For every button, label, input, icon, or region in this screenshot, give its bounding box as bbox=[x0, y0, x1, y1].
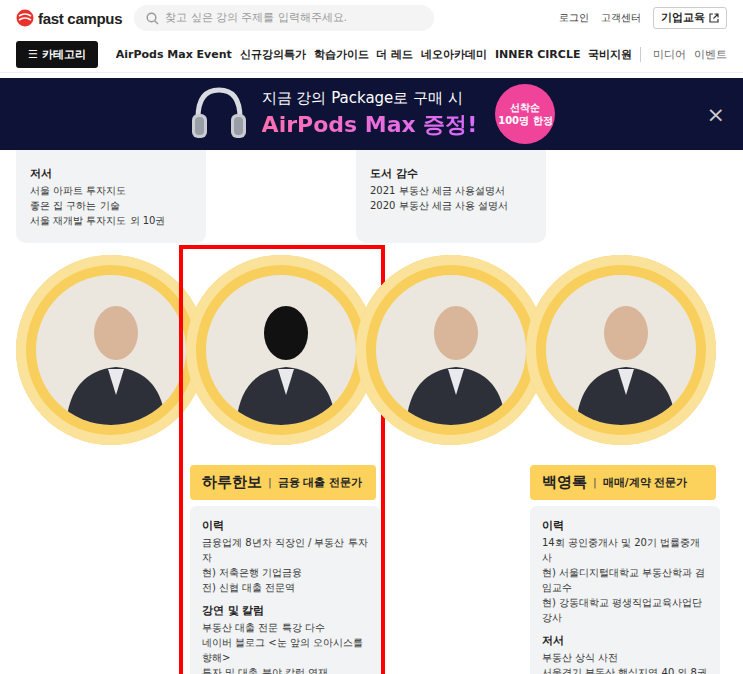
section-title: 저서 bbox=[30, 166, 192, 181]
section-line: 현) 서울디지털대학교 부동산학과 겸임교수 bbox=[542, 565, 708, 595]
instructor-name: 하루한보 bbox=[202, 473, 262, 492]
nav-item[interactable]: 신규강의특가 bbox=[240, 47, 306, 62]
info-section: 저서서울 아파트 투자지도좋은 집 구하는 기술서울 재개발 투자지도 외 10… bbox=[30, 166, 192, 228]
instructor-tag: 하루한보 | 금융 대출 전문가 bbox=[190, 465, 376, 500]
badge-line: 100명 한정 bbox=[498, 114, 552, 127]
nav-item[interactable]: INNER CIRCLE bbox=[495, 48, 581, 61]
section-line: 네이버 블로그 <눈 앞의 오아시스를 향해> bbox=[202, 635, 368, 665]
highlight-box bbox=[179, 245, 385, 674]
header: fast campus 찾고 싶은 강의 주제를 입력해주세요. 로그인 고객센터 기업… bbox=[0, 0, 743, 36]
page: fast campus 찾고 싶은 강의 주제를 입력해주세요. 로그인 고객센터 기업… bbox=[0, 0, 743, 674]
enterprise-button[interactable]: 기업교육 bbox=[653, 7, 727, 29]
top-area bbox=[186, 150, 376, 245]
section-line: 좋은 집 구하는 기술 bbox=[30, 198, 192, 213]
section-line: 서울 재개발 투자지도 외 10권 bbox=[30, 213, 192, 228]
section-line: 금융업계 8년차 직장인 / 부동산 투자자 bbox=[202, 535, 368, 565]
top-area bbox=[526, 150, 716, 245]
instructor-name: 백영록 bbox=[542, 473, 587, 492]
info-tooltip: 저서서울 아파트 투자지도좋은 집 구하는 기술서울 재개발 투자지도 외 10… bbox=[16, 150, 206, 243]
instructor-specialty: 매매/계약 전문가 bbox=[603, 476, 688, 490]
section-line: 부동산 상식 사전 bbox=[542, 650, 708, 665]
section-title: 이력 bbox=[542, 518, 708, 533]
tag-divider: | bbox=[593, 476, 597, 489]
section-title: 저서 bbox=[542, 633, 708, 648]
section-title: 강연 및 칼럼 bbox=[202, 603, 368, 618]
nav-item[interactable]: AirPods Max Event bbox=[116, 48, 232, 61]
person-icon bbox=[36, 275, 186, 425]
nav-item[interactable]: 미디어 bbox=[640, 47, 686, 62]
instructor-specialty: 금융 대출 전문가 bbox=[278, 476, 362, 490]
logo-icon bbox=[16, 9, 34, 27]
section-title: 도서 감수 bbox=[370, 166, 532, 181]
instructor-photo[interactable] bbox=[186, 255, 376, 445]
search-field[interactable]: 찾고 싶은 강의 주제를 입력해주세요. bbox=[134, 5, 434, 31]
nav-item[interactable]: 이벤트 bbox=[694, 47, 727, 62]
nav-item[interactable]: 네오아카데미 bbox=[421, 47, 487, 62]
headphones-icon bbox=[188, 84, 250, 144]
photo bbox=[36, 275, 186, 425]
top-area: 도서 감수 2021 부동산 세금 사용설명서2020 부동산 세금 사용 설명서 bbox=[356, 150, 546, 245]
nav-item[interactable]: 국비지원 bbox=[588, 47, 632, 62]
info-section: 이력 14회 공인중개사 및 20기 법률중개사현) 서울디지털대학교 부동산학과… bbox=[542, 518, 708, 625]
nav-bar: ☰ 카테고리 AirPods Max Event 신규강의특가 학습가이드 더 레드 네오… bbox=[0, 36, 743, 73]
nav-item[interactable]: 더 레드 bbox=[376, 47, 413, 62]
section-line: 현) 저축은행 기업금융 bbox=[202, 565, 368, 580]
banner-line: 지금 강의 Package로 구매 시 bbox=[262, 89, 478, 108]
section-line: 서울경기 부동산 핵심지역 40 외 8권 bbox=[542, 665, 708, 674]
info-section: 도서 감수 2021 부동산 세금 사용설명서2020 부동산 세금 사용 설명서 bbox=[370, 166, 532, 213]
photo bbox=[546, 275, 696, 425]
nav-item[interactable]: 학습가이드 bbox=[314, 47, 369, 62]
banner-headline: AirPods Max 증정! bbox=[262, 110, 478, 140]
info-tooltip: 도서 감수 2021 부동산 세금 사용설명서2020 부동산 세금 사용 설명서 bbox=[356, 150, 546, 243]
badge-line: 선착순 bbox=[510, 101, 540, 114]
instructor-info: 이력 14회 공인중개사 및 20기 법률중개사현) 서울디지털대학교 부동산학과… bbox=[530, 506, 720, 674]
section-title: 이력 bbox=[202, 518, 368, 533]
search-icon bbox=[146, 12, 159, 25]
external-link-icon bbox=[709, 13, 719, 23]
photo bbox=[206, 275, 356, 425]
section-line: 부동산 대출 전문 특강 다수 bbox=[202, 620, 368, 635]
instructor-column: 백영록 | 매매/계약 전문가이력 14회 공인중개사 및 20기 법률중개사현) 서… bbox=[526, 150, 716, 674]
section-line: 14회 공인중개사 및 20기 법률중개사 bbox=[542, 535, 708, 565]
section-line: 투자 및 대출 분야 칼럼 연재 bbox=[202, 665, 368, 674]
instructor-photo[interactable] bbox=[526, 255, 716, 445]
header-links: 로그인 고객센터 기업교육 bbox=[559, 7, 727, 29]
promo-banner[interactable]: 지금 강의 Package로 구매 시 AirPods Max 증정! 선착순100… bbox=[0, 78, 743, 150]
instructor-info: 이력금융업계 8년차 직장인 / 부동산 투자자현) 저축은행 기업금융전) 신… bbox=[190, 506, 380, 674]
header-link[interactable]: 로그인 bbox=[559, 11, 589, 25]
instructor-column: 하루한보 | 금융 대출 전문가이력금융업계 8년차 직장인 / 부동산 투자자현)… bbox=[186, 150, 376, 674]
nav-items: AirPods Max Event 신규강의특가 학습가이드 더 레드 네오아카데미 IN… bbox=[116, 47, 727, 62]
banner-badge: 선착순100명 한정 bbox=[495, 84, 555, 144]
section-line: 현) 강동대학교 평생직업교육사업단 강사 bbox=[542, 595, 708, 625]
section-line: 전) 신협 대출 전문역 bbox=[202, 580, 368, 595]
info-section: 강연 및 칼럼부동산 대출 전문 특강 다수네이버 블로그 <눈 앞의 오아시스… bbox=[202, 603, 368, 674]
instructor-tag: 백영록 | 매매/계약 전문가 bbox=[530, 465, 716, 500]
instructor-column: 도서 감수 2021 부동산 세금 사용설명서2020 부동산 세금 사용 설명서 bbox=[356, 150, 546, 674]
header-link[interactable]: 고객센터 bbox=[601, 11, 641, 25]
category-button[interactable]: ☰ 카테고리 bbox=[16, 41, 98, 68]
instructor-photo[interactable] bbox=[16, 255, 206, 445]
top-area: 저서서울 아파트 투자지도좋은 집 구하는 기술서울 재개발 투자지도 외 10… bbox=[16, 150, 206, 245]
person-icon bbox=[546, 275, 696, 425]
tag-divider: | bbox=[268, 476, 272, 489]
instructor-photo[interactable] bbox=[356, 255, 546, 445]
logo[interactable]: fast campus bbox=[16, 9, 122, 27]
instructor-column: 저서서울 아파트 투자지도좋은 집 구하는 기술서울 재개발 투자지도 외 10… bbox=[16, 150, 206, 674]
info-section: 이력금융업계 8년차 직장인 / 부동산 투자자현) 저축은행 기업금융전) 신… bbox=[202, 518, 368, 595]
person-icon bbox=[206, 275, 356, 425]
search-placeholder: 찾고 싶은 강의 주제를 입력해주세요. bbox=[165, 11, 347, 25]
section-line: 서울 아파트 투자지도 bbox=[30, 183, 192, 198]
section-line: 2020 부동산 세금 사용 설명서 bbox=[370, 198, 532, 213]
photo bbox=[376, 275, 526, 425]
info-section: 저서부동산 상식 사전서울경기 부동산 핵심지역 40 외 8권 bbox=[542, 633, 708, 674]
person-icon bbox=[376, 275, 526, 425]
instructor-section: 저서서울 아파트 투자지도좋은 집 구하는 기술서울 재개발 투자지도 외 10… bbox=[0, 150, 743, 674]
close-button[interactable]: × bbox=[707, 102, 725, 127]
section-line: 2021 부동산 세금 사용설명서 bbox=[370, 183, 532, 198]
banner-text: 지금 강의 Package로 구매 시 AirPods Max 증정! bbox=[262, 89, 478, 140]
logo-text: fast campus bbox=[38, 10, 122, 27]
